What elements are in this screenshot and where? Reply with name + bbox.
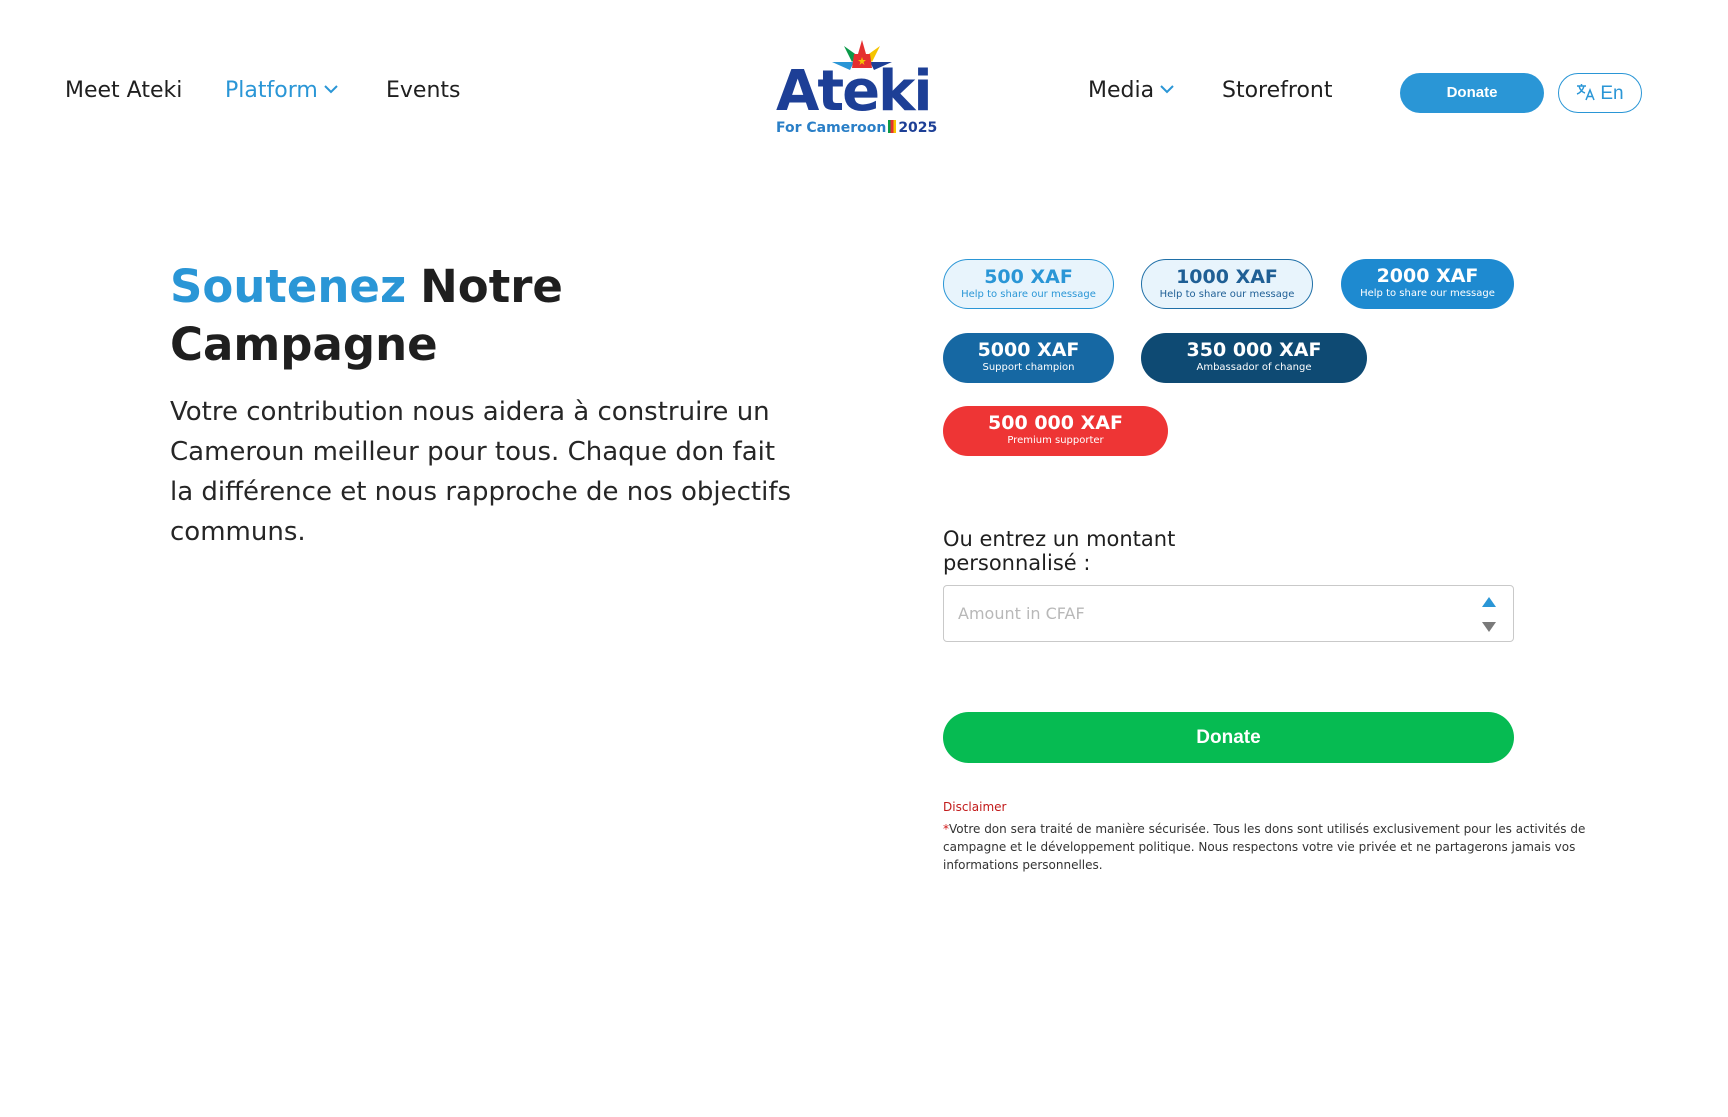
amount-option-2000[interactable]: 2000 XAF Help to share our message bbox=[1341, 259, 1514, 309]
nav-events[interactable]: Events bbox=[386, 77, 461, 105]
translate-icon bbox=[1577, 83, 1596, 101]
language-label: En bbox=[1600, 82, 1624, 104]
nav-media[interactable]: Media bbox=[1088, 77, 1174, 105]
header-donate-button[interactable]: Donate bbox=[1400, 73, 1544, 113]
nav-meet-ateki[interactable]: Meet Ateki bbox=[65, 77, 182, 105]
disclaimer-body: Votre don sera traité de manière sécuris… bbox=[943, 822, 1586, 872]
amount-value: 1000 XAF bbox=[1176, 266, 1278, 288]
logo-tagline: For Cameroon 2025 bbox=[776, 120, 937, 136]
amount-value: 2000 XAF bbox=[1376, 265, 1479, 287]
site-logo[interactable]: Ateki For Cameroon 2025 bbox=[772, 40, 937, 140]
custom-amount-input[interactable] bbox=[958, 586, 1458, 641]
custom-amount-field bbox=[943, 585, 1514, 642]
nav-platform[interactable]: Platform bbox=[225, 77, 338, 105]
amount-option-500000[interactable]: 500 000 XAF Premium supporter bbox=[943, 406, 1168, 456]
logo-wordmark: Ateki bbox=[776, 59, 933, 124]
amount-option-350000[interactable]: 350 000 XAF Ambassador of change bbox=[1141, 333, 1367, 383]
amount-subtitle: Premium supporter bbox=[1007, 435, 1104, 446]
amount-option-1000[interactable]: 1000 XAF Help to share our message bbox=[1141, 259, 1313, 309]
nav-platform-label: Platform bbox=[225, 78, 318, 103]
amount-value: 500 000 XAF bbox=[988, 412, 1123, 434]
language-switch-button[interactable]: En bbox=[1558, 73, 1642, 113]
disclaimer-title: Disclaimer bbox=[943, 800, 1007, 814]
title-highlight: Soutenez bbox=[170, 260, 407, 313]
amount-option-5000[interactable]: 5000 XAF Support champion bbox=[943, 333, 1114, 383]
donation-page: Meet Ateki Platform Events Ateki For Cam… bbox=[0, 0, 1728, 1117]
chevron-down-icon bbox=[324, 85, 338, 94]
decrement-arrow-icon[interactable] bbox=[1481, 621, 1497, 633]
amount-subtitle: Help to share our message bbox=[1360, 288, 1495, 299]
custom-amount-label: Ou entrez un montant personnalisé : bbox=[943, 527, 1176, 575]
logo-year: 2025 bbox=[898, 120, 938, 136]
hero-description: Votre contribution nous aidera à constru… bbox=[170, 397, 792, 547]
donate-submit-button[interactable]: Donate bbox=[943, 712, 1514, 763]
flag-icon bbox=[888, 120, 897, 133]
chevron-down-icon bbox=[1160, 85, 1174, 94]
amount-value: 350 000 XAF bbox=[1186, 339, 1322, 361]
amount-subtitle: Ambassador of change bbox=[1196, 362, 1312, 373]
amount-subtitle: Help to share our message bbox=[961, 289, 1096, 300]
amount-value: 5000 XAF bbox=[977, 339, 1080, 361]
amount-subtitle: Help to share our message bbox=[1159, 289, 1295, 300]
increment-arrow-icon[interactable] bbox=[1481, 596, 1497, 608]
amount-value: 500 XAF bbox=[984, 266, 1073, 288]
nav-storefront[interactable]: Storefront bbox=[1222, 77, 1332, 105]
page-title: Soutenez Notre Campagne bbox=[170, 258, 730, 374]
amount-subtitle: Support champion bbox=[982, 362, 1075, 373]
logo-tagline-text: For Cameroon bbox=[776, 120, 887, 136]
amount-option-500[interactable]: 500 XAF Help to share our message bbox=[943, 259, 1114, 309]
disclaimer-text: *Votre don sera traité de manière sécuri… bbox=[943, 820, 1593, 874]
nav-media-label: Media bbox=[1088, 78, 1155, 103]
